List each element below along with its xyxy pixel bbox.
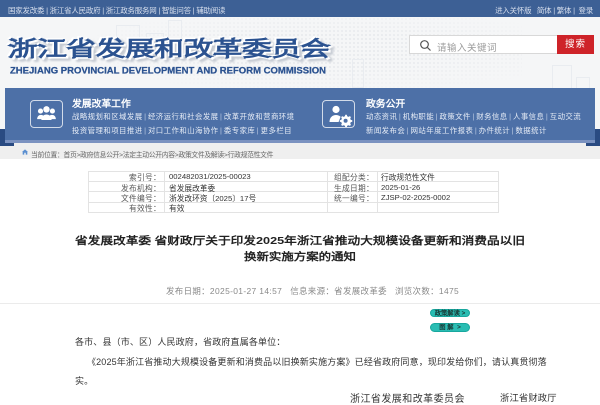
- svg-text:省发展改革委 省财政厅关于印发2025年浙江省推动大规模设备: 省发展改革委 省财政厅关于印发2025年浙江省推动大规模设备更新和消费品以旧: [74, 234, 525, 247]
- svg-text:ZHEJIANG PROVINCIAL DEVELOPMEN: ZHEJIANG PROVINCIAL DEVELOPMENT AND REFO…: [10, 65, 326, 75]
- svg-text:换新实施方案的通知: 换新实施方案的通知: [244, 250, 356, 263]
- svg-text:浙江省发展和改革委员会: 浙江省发展和改革委员会: [8, 37, 330, 61]
